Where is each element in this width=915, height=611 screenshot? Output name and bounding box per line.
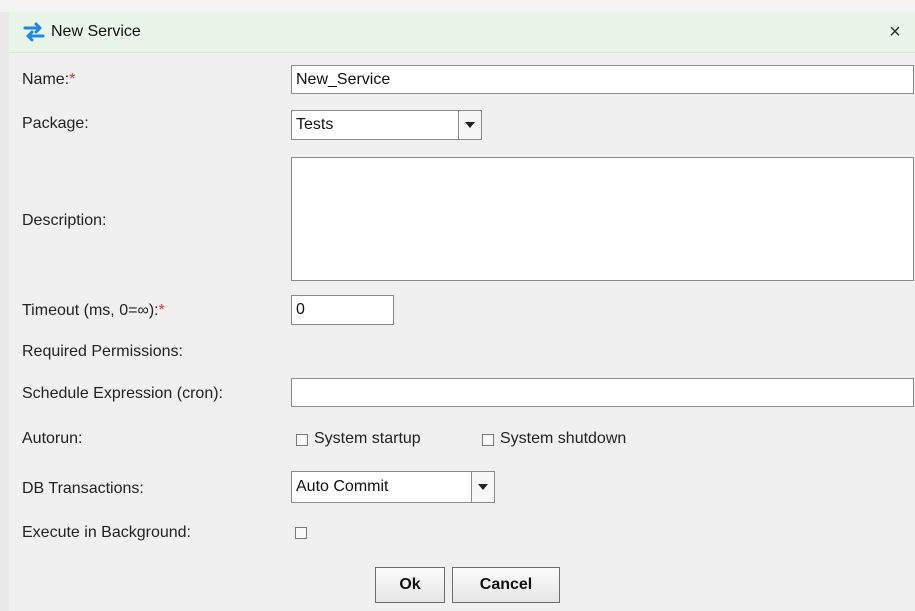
db-transactions-label: DB Transactions:: [22, 480, 144, 497]
system-shutdown-checkbox[interactable]: [482, 434, 494, 446]
new-service-dialog: New Service × Name:* Package: Tests Desc…: [9, 12, 915, 611]
background-window-strip: [0, 0, 915, 12]
execute-in-background-checkbox[interactable]: [295, 527, 307, 539]
package-label: Package:: [22, 115, 89, 132]
db-transactions-select-value: Auto Commit: [296, 478, 389, 495]
chevron-down-icon: [465, 122, 475, 128]
timeout-label: Timeout (ms, 0=∞):*: [22, 302, 165, 319]
dialog-titlebar[interactable]: New Service ×: [9, 12, 915, 53]
system-shutdown-label[interactable]: System shutdown: [500, 430, 626, 448]
swap-arrows-icon: [23, 22, 45, 42]
cancel-button[interactable]: Cancel: [452, 567, 560, 603]
package-select[interactable]: Tests: [291, 110, 482, 140]
package-select-value: Tests: [296, 116, 334, 133]
name-input[interactable]: [291, 65, 914, 94]
name-label: Name:*: [22, 71, 76, 88]
schedule-label: Schedule Expression (cron):: [22, 385, 223, 402]
schedule-input[interactable]: [291, 378, 914, 407]
system-startup-checkbox[interactable]: [296, 434, 308, 446]
required-permissions-label: Required Permissions:: [22, 343, 183, 360]
timeout-input[interactable]: [291, 295, 394, 325]
chevron-down-icon: [478, 484, 488, 490]
name-required-mark: *: [69, 71, 76, 88]
package-dropdown-button[interactable]: [458, 111, 481, 139]
db-transactions-dropdown-button[interactable]: [471, 472, 494, 502]
system-startup-label[interactable]: System startup: [314, 430, 421, 448]
description-textarea[interactable]: [291, 157, 914, 281]
timeout-required-mark: *: [158, 302, 165, 319]
db-transactions-select[interactable]: Auto Commit: [291, 471, 495, 503]
dialog-title: New Service: [51, 23, 141, 40]
autorun-label: Autorun:: [22, 430, 83, 447]
ok-button[interactable]: Ok: [375, 567, 445, 603]
description-label: Description:: [22, 212, 107, 229]
close-icon[interactable]: ×: [881, 18, 909, 46]
execute-in-background-label: Execute in Background:: [22, 524, 191, 541]
